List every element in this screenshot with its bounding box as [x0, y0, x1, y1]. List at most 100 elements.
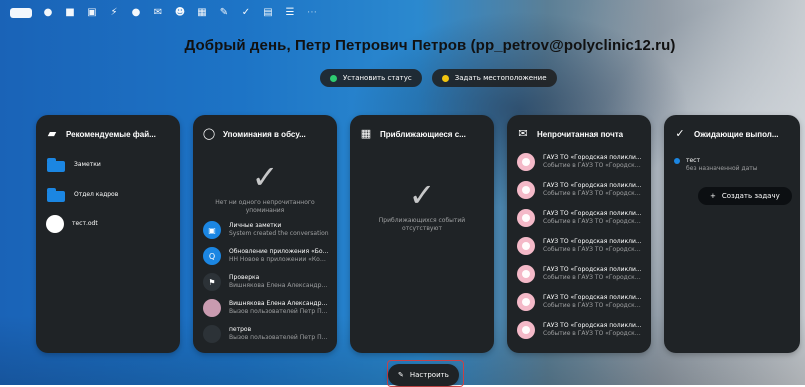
mail-item[interactable]: ГАУЗ ТО «Городская поликли... Событие в … [517, 237, 643, 255]
card-title: Рекомендуемые фай... [66, 129, 156, 139]
mail-subject: Событие в ГАУЗ ТО «Городска... [543, 330, 643, 337]
avatar: Q [203, 247, 221, 265]
mail-subject: Событие в ГАУЗ ТО «Городска... [543, 190, 643, 197]
card-header[interactable]: ▦ Приближающиеся с... [360, 125, 486, 143]
list-item[interactable]: Q Обновление приложения «Бо... НН Новое … [203, 247, 329, 265]
card-header[interactable]: ◯ Упоминания в обсу... [203, 125, 329, 143]
mail-subject: Событие в ГАУЗ ТО «Городска... [543, 302, 643, 309]
avatar [203, 299, 221, 317]
mentions-list: ▣ Личные заметки System created the conv… [203, 221, 329, 343]
notes-icon[interactable]: ✎ [218, 7, 230, 19]
mail-item[interactable]: ГАУЗ ТО «Городская поликли... Событие в … [517, 293, 643, 311]
list-item[interactable]: петров Вызов пользователей Петр П... [203, 325, 329, 343]
talk-icon: ◯ [202, 127, 216, 140]
create-task-button[interactable]: + Создать задачу [698, 187, 792, 205]
avatar [517, 321, 535, 339]
mail-icon[interactable]: ✉ [152, 7, 164, 19]
folder-icon [46, 187, 66, 203]
checkmark-icon: ✓ [675, 127, 685, 140]
status-dot-icon [330, 74, 337, 82]
list-item[interactable]: Отдел кадров [46, 187, 172, 203]
mail-sender: ГАУЗ ТО «Городская поликли... [543, 294, 642, 301]
customize-label: Настроить [409, 371, 449, 379]
top-navigation: ● ■ ▣ ⚡ ● ✉ ☻ ▦ ✎ ✓ ▤ ☰ ⋯ [10, 4, 470, 22]
empty-state-text: Приближающихся событий отсутствуют [378, 217, 466, 232]
plus-icon: + [710, 192, 716, 200]
card-title: Ожидающие выпол... [694, 129, 779, 139]
set-status-button[interactable]: Установить статус [320, 69, 422, 87]
mail-icon: ✉ [518, 127, 528, 140]
pending-tasks-card: ✓ Ожидающие выпол... тест без назначенно… [664, 115, 800, 353]
set-status-label: Установить статус [343, 74, 412, 82]
empty-state-text: Нет ни одного непрочитанного упоминания [215, 199, 315, 214]
list-item[interactable]: Вишнякова Елена Александро... Вызов поль… [203, 299, 329, 317]
contacts-icon[interactable]: ☻ [174, 7, 186, 19]
mail-subject: Событие в ГАУЗ ТО «Городска... [543, 246, 643, 253]
list-item[interactable]: ⚑ Проверка Вишнякова Елена Александро... [203, 273, 329, 291]
dashboard-icon[interactable]: ● [42, 7, 54, 19]
tasks-icon[interactable]: ✓ [240, 7, 252, 19]
calendar-icon: ▦ [360, 127, 372, 140]
mail-sender: ГАУЗ ТО «Городская поликли... [543, 322, 642, 329]
mail-subject: Событие в ГАУЗ ТО «Городска... [543, 218, 643, 225]
customize-button[interactable]: ✎ Настроить [388, 364, 459, 386]
file-icon [46, 215, 64, 233]
task-subtitle: без назначенной даты [686, 165, 758, 172]
photos-icon[interactable]: ▣ [86, 7, 98, 19]
conversation-title: Вишнякова Елена Александро... [229, 300, 329, 307]
mail-item[interactable]: ГАУЗ ТО «Городская поликли... Событие в … [517, 181, 643, 199]
checkmark-icon: ✓ [408, 176, 436, 214]
avatar [517, 209, 535, 227]
mail-sender: ГАУЗ ТО «Городская поликли... [543, 266, 642, 273]
card-title: Непрочитанная почта [537, 129, 624, 139]
file-name: Отдел кадров [74, 191, 119, 198]
avatar [517, 265, 535, 283]
files-icon[interactable]: ■ [64, 7, 76, 19]
list-item[interactable]: ▣ Личные заметки System created the conv… [203, 221, 329, 239]
deck-icon[interactable]: ▤ [262, 7, 274, 19]
avatar: ▣ [203, 221, 221, 239]
avatar [517, 153, 535, 171]
mail-sender: ГАУЗ ТО «Городская поликли... [543, 210, 642, 217]
app-logo[interactable] [10, 8, 32, 18]
avatar: ⚑ [203, 273, 221, 291]
conversation-preview: Вишнякова Елена Александро... [229, 282, 329, 289]
calendar-icon[interactable]: ▦ [196, 7, 208, 19]
set-location-button[interactable]: Задать местоположение [431, 69, 557, 87]
card-header[interactable]: ✓ Ожидающие выпол... [674, 125, 792, 143]
forms-icon[interactable]: ☰ [284, 7, 296, 19]
list-item[interactable]: тест.odt [46, 215, 172, 233]
mail-subject: Событие в ГАУЗ ТО «Городска... [543, 162, 643, 169]
mail-item[interactable]: ГАУЗ ТО «Городская поликли... Событие в … [517, 321, 643, 339]
set-location-label: Задать местоположение [454, 74, 547, 82]
status-actions: Установить статус Задать местоположение [320, 69, 557, 87]
card-title: Приближающиеся с... [380, 129, 466, 139]
talk-icon[interactable]: ● [130, 7, 142, 19]
card-header[interactable]: ▰ Рекомендуемые фай... [46, 125, 172, 143]
mail-subject: Событие в ГАУЗ ТО «Городска... [543, 274, 643, 281]
task-item[interactable]: тест без назначенной даты [674, 157, 758, 173]
folder-icon [46, 157, 66, 173]
conversation-title: петров [229, 326, 252, 333]
mail-item[interactable]: ГАУЗ ТО «Городская поликли... Событие в … [517, 265, 643, 283]
file-name: тест.odt [72, 220, 98, 227]
folder-icon: ▰ [47, 127, 57, 140]
conversation-title: Проверка [229, 274, 260, 281]
conversation-title: Личные заметки [229, 222, 282, 229]
mail-sender: ГАУЗ ТО «Городская поликли... [543, 238, 642, 245]
avatar [203, 325, 221, 343]
card-title: Упоминания в обсу... [223, 129, 306, 139]
pencil-icon: ✎ [398, 371, 404, 379]
mail-item[interactable]: ГАУЗ ТО «Городская поликли... Событие в … [517, 153, 643, 171]
mail-item[interactable]: ГАУЗ ТО «Городская поликли... Событие в … [517, 209, 643, 227]
upcoming-events-card: ▦ Приближающиеся с... ✓ Приближающихся с… [350, 115, 494, 353]
conversation-preview: Вызов пользователей Петр П... [229, 334, 328, 341]
card-header[interactable]: ✉ Непрочитанная почта [517, 125, 643, 143]
list-item[interactable]: Заметки [46, 157, 172, 173]
task-dot-icon [674, 157, 680, 164]
conversation-title: Обновление приложения «Бо... [229, 248, 329, 255]
mentions-card: ◯ Упоминания в обсу... ✓ Нет ни одного н… [193, 115, 337, 353]
recommended-list: Заметки Отдел кадров тест.odt [46, 155, 172, 233]
activity-icon[interactable]: ⚡ [108, 7, 120, 19]
more-icon[interactable]: ⋯ [306, 7, 318, 19]
